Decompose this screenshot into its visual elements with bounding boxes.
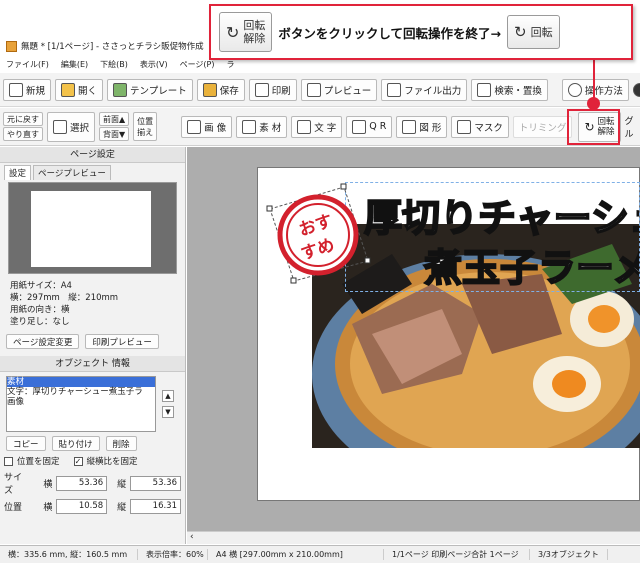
headline-line-2: 煮玉子ラーメ	[423, 244, 640, 291]
shape-icon	[402, 119, 417, 134]
delete-button[interactable]: 削除	[105, 436, 137, 451]
scroll-left-icon[interactable]: ‹	[190, 532, 194, 542]
size-width-field[interactable]: 53.36	[56, 475, 108, 491]
page-settings-change-button[interactable]: ページ設定変更	[6, 334, 80, 349]
rotate-icon: ↻	[226, 22, 240, 42]
search-replace-button[interactable]: 検索・置換	[471, 78, 548, 101]
print-button[interactable]: 印刷	[248, 78, 297, 101]
paper-size-status: A4 横 [297.00mm x 210.00mm]	[208, 549, 384, 560]
list-item[interactable]: 文字：厚切りチャーシュー煮玉子ラ	[7, 387, 155, 397]
position-y-field[interactable]: 16.31	[130, 499, 181, 514]
redo-button[interactable]: やり直す	[3, 127, 43, 141]
size-height-field[interactable]: 53.36	[130, 475, 181, 491]
text-icon	[297, 119, 312, 134]
main-toolbar: 新規 開く テンプレート 保存 印刷 プレビュー ファイル出力 検索・置換 操作…	[0, 73, 640, 107]
printer-icon	[254, 82, 269, 97]
image-button[interactable]: 画 像	[181, 115, 233, 138]
menu-file[interactable]: ファイル(F)	[6, 59, 49, 70]
undo-button[interactable]: 元に戻す	[3, 112, 43, 126]
keep-ratio-checkbox[interactable]: ✓	[73, 456, 83, 466]
left-panel: ページ設定 設定 ページプレビュー 用紙サイズ：A4 横：297mm 縦：210…	[0, 147, 186, 544]
group-button[interactable]: グル	[625, 114, 640, 140]
mask-icon	[457, 119, 472, 134]
list-item[interactable]: 画像	[7, 397, 155, 407]
position-x-field[interactable]: 10.58	[56, 499, 108, 514]
callout-text: ボタンをクリックして回転操作を終了→	[278, 25, 502, 41]
text-button[interactable]: 文 字	[291, 115, 343, 138]
instruction-callout: ↻ 回転 解除 ボタンをクリックして回転操作を終了→ ↻ 回転	[209, 4, 633, 60]
horizontal-scrollbar[interactable]: ‹	[187, 531, 640, 544]
callout-rotate-button: ↻ 回転	[507, 15, 560, 49]
material-icon	[242, 119, 257, 134]
qr-icon	[352, 119, 367, 134]
paste-button[interactable]: 貼り付け	[51, 436, 100, 451]
highlight-box	[567, 109, 620, 145]
open-button[interactable]: 開く	[55, 78, 104, 101]
preview-button[interactable]: プレビュー	[300, 78, 378, 101]
print-preview-button[interactable]: 印刷プレビュー	[85, 334, 159, 349]
move-down-button[interactable]: ▼	[162, 406, 174, 418]
select-arrow-icon	[53, 119, 67, 134]
headline-line-1: 厚切りチャーシュ	[363, 194, 640, 241]
headline-text[interactable]: 厚切りチャーシュ 煮玉子ラーメ	[345, 182, 640, 292]
menu-view[interactable]: 表示(V)	[140, 59, 168, 70]
mask-button[interactable]: マスク	[451, 115, 509, 138]
preview-icon	[306, 82, 321, 97]
object-list[interactable]: 素材 文字：厚切りチャーシュー煮玉子ラ 画像	[6, 376, 156, 432]
page-info: 用紙サイズ：A4 横：297mm 縦：210mm 用紙の向き：横 塗り足し：なし	[10, 281, 119, 327]
folder-icon	[61, 82, 76, 97]
object-toolbar: 元に戻す やり直す 選択 前面▲ 背面▼ 位置 揃え 画 像 素 材 文 字 Q …	[0, 108, 640, 146]
save-icon	[202, 82, 217, 97]
material-button[interactable]: 素 材	[236, 115, 288, 138]
trim-button[interactable]: トリミング	[512, 115, 573, 138]
export-icon	[387, 82, 402, 97]
export-button[interactable]: ファイル出力	[381, 78, 468, 101]
page-preview	[8, 182, 177, 274]
select-button[interactable]: 選択	[47, 111, 96, 142]
zoom-level: 表示倍率：60%	[138, 549, 208, 560]
send-back-button[interactable]: 背面▼	[99, 127, 130, 141]
help-icon[interactable]	[632, 82, 640, 97]
save-button[interactable]: 保存	[196, 78, 245, 101]
align-button[interactable]: 位置 揃え	[133, 112, 158, 141]
window-title: 無題 * [1/1ページ] - ささっとチラシ販促物作成	[21, 42, 204, 52]
template-button[interactable]: テンプレート	[107, 78, 193, 101]
tab-page-preview[interactable]: ページプレビュー	[33, 165, 111, 180]
search-icon	[477, 82, 492, 97]
lock-position-checkbox[interactable]	[4, 456, 13, 466]
qr-button[interactable]: Q R	[346, 115, 393, 138]
menu-page[interactable]: ページ(P)	[180, 59, 215, 70]
move-up-button[interactable]: ▲	[162, 390, 174, 402]
object-info-header: オブジェクト 情報	[0, 356, 185, 372]
cursor-position: 横：335.6 mm, 縦：160.5 mm	[0, 549, 138, 560]
menu-edit[interactable]: 編集(E)	[61, 59, 88, 70]
rotate-icon: ↻	[514, 23, 527, 41]
hand-pointer-icon	[567, 82, 582, 97]
menu-background[interactable]: 下絵(B)	[100, 59, 128, 70]
page-count-status: 1/1ページ 印刷ページ合計 1ページ	[384, 549, 530, 560]
paper-thumbnail	[31, 191, 151, 267]
recommend-stamp[interactable]: おす すめ	[264, 183, 376, 285]
template-icon	[113, 82, 128, 97]
app-icon	[6, 40, 17, 52]
menu-more[interactable]: ラ	[227, 59, 235, 70]
status-bar: 横：335.6 mm, 縦：160.5 mm 表示倍率：60% A4 横 [29…	[0, 545, 640, 563]
list-item[interactable]: 素材	[7, 377, 155, 387]
page-settings-header: ページ設定	[0, 147, 185, 163]
shape-button[interactable]: 図 形	[396, 115, 448, 138]
tab-settings[interactable]: 設定	[4, 165, 32, 180]
image-icon	[187, 119, 202, 134]
object-count-status: 3/3オブジェクト	[530, 549, 608, 560]
new-file-icon	[9, 82, 23, 97]
new-button[interactable]: 新規	[3, 78, 52, 101]
callout-unrotate-button: ↻ 回転 解除	[219, 12, 273, 52]
bring-front-button[interactable]: 前面▲	[99, 112, 130, 126]
copy-button[interactable]: コピー	[6, 436, 46, 451]
callout-connector	[593, 60, 595, 98]
